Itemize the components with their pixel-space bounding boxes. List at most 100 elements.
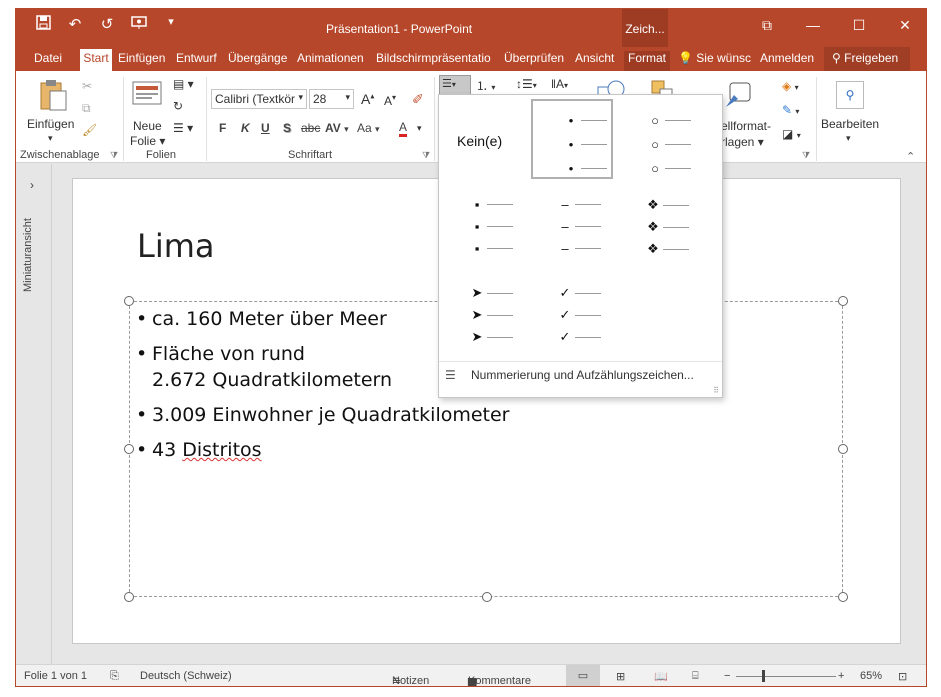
minimize-button[interactable]: — (790, 9, 836, 41)
zoom-in-button[interactable]: + (838, 670, 844, 682)
resize-handle-bottom-right[interactable] (838, 592, 848, 602)
tab-ansicht[interactable]: Ansicht (573, 51, 616, 71)
italic-button[interactable]: K (241, 121, 250, 135)
save-icon[interactable] (34, 15, 52, 34)
zoom-slider[interactable] (736, 676, 836, 677)
underline-button[interactable]: U (261, 121, 270, 135)
resize-handle-bottom-left[interactable] (124, 592, 134, 602)
new-slide-label[interactable]: Folie ▾ (130, 134, 165, 148)
clear-format-icon[interactable]: ✐ (412, 91, 424, 108)
shape-outline-button[interactable]: ✎ ▾ (782, 103, 799, 117)
slide-title[interactable]: Lima (137, 227, 215, 265)
new-slide-icon[interactable] (132, 79, 162, 110)
redo-icon[interactable]: ↺ (98, 15, 116, 34)
customize-icon[interactable]: ▾ (162, 15, 180, 34)
close-button[interactable]: ✕ (882, 9, 926, 41)
tab-ueberpruefen[interactable]: Überprüfen (502, 51, 566, 71)
bullet-style-diamond[interactable]: ❖ ❖ ❖ (635, 191, 717, 271)
tab-uebergaenge[interactable]: Übergänge (226, 51, 289, 71)
thumbnail-pane-label[interactable]: Miniaturansicht (22, 218, 34, 292)
tab-entwurf[interactable]: Entwurf (174, 51, 219, 71)
paste-dropdown-icon[interactable]: ▾ (48, 133, 53, 144)
bullet-style-dash[interactable]: – – – (547, 191, 629, 271)
zoom-level[interactable]: 65% (860, 670, 882, 682)
language-indicator[interactable]: Deutsch (Schweiz) (140, 670, 232, 682)
quick-styles-label-1[interactable]: ellformat- (721, 119, 771, 133)
font-launcher-icon[interactable]: ⧩ (422, 150, 430, 161)
share-button[interactable]: ⚲ Freigeben (824, 47, 910, 71)
shadow-button[interactable]: S (283, 121, 291, 135)
zoom-out-button[interactable]: − (724, 670, 730, 682)
editing-dropdown-icon[interactable]: ▾ (846, 133, 851, 144)
text-direction-button[interactable]: ‖A▾ (551, 77, 568, 91)
font-color-dropdown-icon[interactable]: ▾ (417, 123, 422, 134)
undo-icon[interactable]: ↶ (66, 15, 84, 34)
tab-format[interactable]: Format (624, 51, 671, 71)
list-item[interactable]: • 43 Distritos (136, 437, 510, 463)
drawing-launcher-icon[interactable]: ⧩ (802, 150, 810, 161)
tell-me[interactable]: 💡 Sie wünsc (678, 51, 751, 71)
bullet-style-checkmark[interactable]: ✓ ✓ ✓ (547, 279, 629, 359)
numbering-button[interactable]: ⒈ ▾ (476, 77, 495, 94)
bullets-button[interactable]: ☰▾ (439, 75, 471, 95)
bullet-none-option[interactable]: Kein(e) (457, 133, 502, 149)
fit-slide-icon[interactable]: ⊡ (898, 670, 907, 683)
slideshow-button[interactable]: ⌸ (692, 670, 699, 683)
list-item[interactable]: • 3.009 Einwohner je Quadratkilometer (136, 402, 510, 428)
resize-handle-left[interactable] (124, 444, 134, 454)
reading-view-button[interactable]: 📖 (654, 670, 668, 683)
spelling-icon[interactable]: ⎘ (110, 670, 119, 683)
cut-icon[interactable]: ✂ (82, 79, 92, 93)
line-spacing-button[interactable]: ↕☰▾ (516, 77, 537, 91)
ribbon-display-icon[interactable]: ⧉ (744, 9, 790, 41)
bullet-style-filled-square[interactable]: ▪ ▪ ▪ (459, 191, 541, 271)
resize-grip-icon[interactable]: ⠿ (713, 386, 719, 395)
slide-sorter-button[interactable]: ⊞ (616, 670, 625, 683)
char-spacing-button[interactable]: AV ▾ (325, 121, 349, 135)
copy-icon[interactable]: ⧉ (82, 101, 91, 116)
normal-view-button[interactable]: ▭ (566, 665, 600, 686)
font-color-button[interactable]: A (399, 121, 408, 137)
resize-handle-top-left[interactable] (124, 296, 134, 306)
layout-icon[interactable]: ▤ ▾ (173, 77, 194, 91)
tab-datei[interactable]: Datei (32, 51, 64, 71)
change-case-button[interactable]: Aa ▾ (357, 121, 380, 135)
tab-start[interactable]: Start (80, 49, 112, 71)
bold-button[interactable]: F (219, 121, 226, 135)
paste-button[interactable]: Einfügen (27, 117, 74, 131)
bullets-and-numbering-link[interactable]: ☰ Nummerierung und Aufzählungszeichen... (439, 361, 722, 387)
reset-icon[interactable]: ↻ (173, 99, 183, 113)
slide-counter[interactable]: Folie 1 von 1 (24, 670, 87, 682)
resize-handle-right[interactable] (838, 444, 848, 454)
shape-effects-button[interactable]: ◪ ▾ (782, 127, 801, 141)
zoom-slider-thumb[interactable] (762, 670, 765, 682)
shape-fill-button[interactable]: ◈ ▾ (782, 79, 799, 93)
shrink-font-icon[interactable]: A▾ (384, 93, 396, 108)
bullet-style-filled-round[interactable]: • • • (531, 99, 613, 179)
font-name-combo[interactable]: Calibri (Textkör ▾ (211, 89, 307, 109)
tab-bildschirmpraesentation[interactable]: Bildschirmpräsentatio (374, 51, 493, 71)
editing-button[interactable]: Bearbeiten (821, 117, 879, 131)
paste-icon[interactable] (38, 79, 68, 114)
bullet-style-hollow-round[interactable]: ○ ○ ○ (635, 99, 717, 179)
bullet-style-arrow[interactable]: ➤ ➤ ➤ (459, 279, 541, 359)
new-slide-button[interactable]: Neue (133, 119, 162, 133)
tab-animationen[interactable]: Animationen (295, 51, 366, 71)
strikethrough-button[interactable]: abc (301, 121, 320, 135)
font-size-combo[interactable]: 28 ▾ (309, 89, 354, 109)
tab-einfuegen[interactable]: Einfügen (116, 51, 167, 71)
resize-handle-bottom[interactable] (482, 592, 492, 602)
expand-thumbnails-icon[interactable]: › (30, 178, 34, 192)
grow-font-icon[interactable]: A▴ (361, 91, 374, 107)
search-icon[interactable]: ⚲ (836, 81, 864, 109)
format-painter-icon[interactable]: 🖌 (82, 123, 97, 137)
quick-styles-label-2[interactable]: rlagen ▾ (721, 135, 764, 149)
collapse-ribbon-icon[interactable]: ⌃ (906, 150, 915, 163)
maximize-button[interactable]: ☐ (836, 9, 882, 41)
sign-in-link[interactable]: Anmelden (758, 51, 816, 71)
clipboard-launcher-icon[interactable]: ⧩ (110, 150, 118, 161)
section-icon[interactable]: ☰ ▾ (173, 121, 193, 135)
present-icon[interactable] (130, 15, 148, 34)
quick-styles-icon[interactable] (724, 81, 752, 112)
resize-handle-top-right[interactable] (838, 296, 848, 306)
